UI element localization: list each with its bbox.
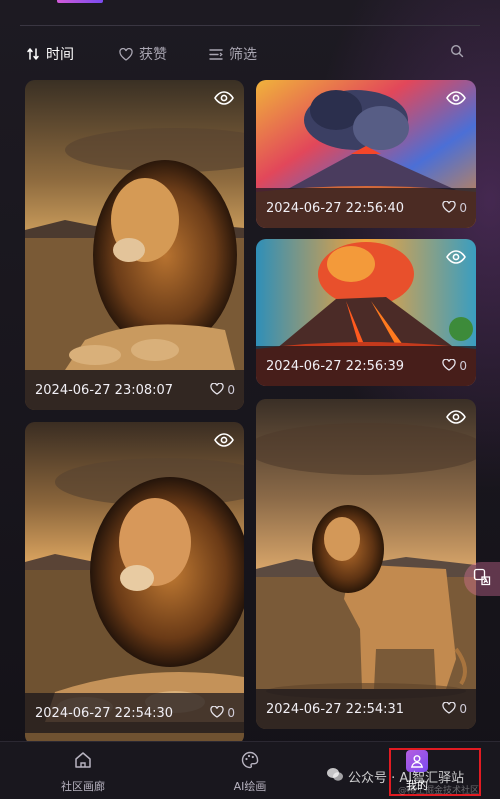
nav-community-gallery[interactable]: 社区画廊	[38, 750, 128, 794]
translate-icon	[473, 568, 491, 590]
like-count-value: 0	[227, 383, 235, 397]
card-caption: 2024-06-27 22:56:40 0	[256, 188, 476, 228]
nav-ai-draw-label: AI绘画	[233, 780, 267, 793]
home-icon	[73, 750, 93, 773]
gallery-card[interactable]: 2024-06-27 22:54:30 0	[25, 422, 244, 745]
eye-icon[interactable]	[214, 90, 234, 109]
filter-label: 筛选	[229, 47, 257, 63]
translate-float-button[interactable]	[464, 562, 500, 596]
card-image	[256, 399, 476, 729]
card-caption: 2024-06-27 23:08:07 0	[25, 370, 244, 410]
nav-mine[interactable]: 我的	[372, 750, 462, 793]
gallery-card[interactable]: 2024-06-27 22:56:39 0	[256, 239, 476, 386]
eye-icon[interactable]	[214, 432, 234, 451]
like-count[interactable]: 0	[442, 358, 467, 374]
card-caption: 2024-06-27 22:56:39 0	[256, 346, 476, 386]
filter-button[interactable]: 筛选	[209, 44, 257, 64]
heart-icon	[210, 382, 225, 398]
heart-icon	[119, 47, 133, 61]
top-divider	[20, 25, 480, 26]
nav-ai-draw[interactable]: AI绘画	[205, 750, 295, 794]
nav-community-label: 社区画廊	[61, 780, 105, 793]
card-caption: 2024-06-27 22:54:31 0	[256, 689, 476, 729]
sort-by-time-label: 时间	[46, 47, 74, 63]
sort-by-time[interactable]: 时间	[26, 44, 74, 64]
gallery-card[interactable]: 2024-06-27 22:56:40 0	[256, 80, 476, 228]
palette-icon	[240, 750, 260, 773]
like-count-value: 0	[227, 706, 235, 720]
card-timestamp: 2024-06-27 23:08:07	[35, 382, 174, 398]
gallery-card[interactable]: 2024-06-27 23:08:07 0	[25, 80, 244, 410]
card-timestamp: 2024-06-27 22:54:31	[266, 701, 405, 717]
card-image	[25, 80, 244, 410]
eye-icon[interactable]	[446, 409, 466, 428]
card-timestamp: 2024-06-27 22:56:39	[266, 358, 405, 374]
like-count[interactable]: 0	[210, 705, 235, 721]
card-timestamp: 2024-06-27 22:56:40	[266, 200, 405, 216]
sort-by-likes-label: 获赞	[139, 47, 167, 63]
heart-icon	[442, 358, 457, 374]
eye-icon[interactable]	[446, 249, 466, 268]
user-icon	[406, 750, 428, 772]
heart-icon	[210, 705, 225, 721]
heart-icon	[442, 701, 457, 717]
sort-icon	[26, 47, 40, 61]
nav-mine-label: 我的	[406, 779, 428, 792]
sort-by-likes[interactable]: 获赞	[119, 44, 167, 64]
search-icon[interactable]	[450, 43, 464, 62]
filter-lines-icon	[209, 48, 223, 61]
like-count[interactable]: 0	[210, 382, 235, 398]
heart-icon	[442, 200, 457, 216]
active-tab-indicator	[57, 0, 103, 3]
filter-bar: 时间 获赞 筛选	[0, 38, 500, 68]
card-timestamp: 2024-06-27 22:54:30	[35, 705, 174, 721]
like-count[interactable]: 0	[442, 200, 467, 216]
card-caption: 2024-06-27 22:54:30 0	[25, 693, 244, 733]
like-count-value: 0	[459, 201, 467, 215]
like-count-value: 0	[459, 359, 467, 373]
eye-icon[interactable]	[446, 90, 466, 109]
gallery-card[interactable]: 2024-06-27 22:54:31 0	[256, 399, 476, 729]
like-count-value: 0	[459, 702, 467, 716]
like-count[interactable]: 0	[442, 701, 467, 717]
bottom-navigation: 社区画廊 AI绘画 我的	[0, 741, 500, 799]
